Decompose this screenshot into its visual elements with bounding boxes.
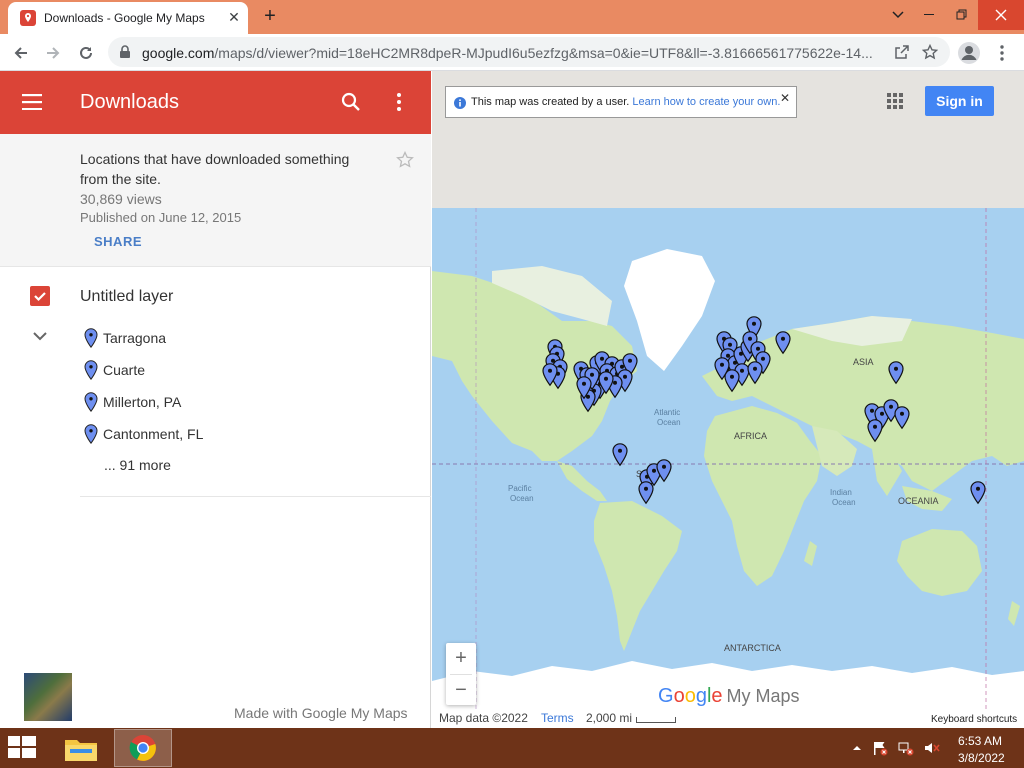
made-with-label: Made with Google My Maps bbox=[234, 705, 408, 721]
volume-muted-icon[interactable] bbox=[924, 740, 940, 756]
more-options-icon[interactable] bbox=[392, 92, 406, 112]
notice-text: This map was created by a user. Learn ho… bbox=[471, 96, 780, 108]
more-items-link[interactable]: ... 91 more bbox=[104, 457, 171, 473]
chrome-taskbar-button[interactable] bbox=[114, 729, 172, 767]
windows-start-icon[interactable] bbox=[8, 736, 36, 760]
list-item-label: Cantonment, FL bbox=[103, 426, 204, 442]
apps-grid-icon[interactable] bbox=[887, 93, 903, 109]
profile-avatar-icon[interactable] bbox=[956, 40, 982, 66]
chrome-icon bbox=[129, 735, 156, 761]
map-label-indian: Indian bbox=[830, 488, 852, 497]
zoom-in-button[interactable]: + bbox=[446, 643, 476, 673]
url-host: google.com bbox=[142, 45, 215, 61]
url-text[interactable]: google.com/maps/d/viewer?mid=18eHC2MR8dp… bbox=[142, 45, 882, 61]
file-explorer-icon[interactable] bbox=[62, 732, 100, 764]
layer-title[interactable]: Untitled layer bbox=[80, 288, 173, 306]
tray-chevron-up-icon[interactable] bbox=[852, 744, 862, 752]
browser-menu-icon[interactable] bbox=[989, 40, 1015, 66]
map-pin-icon bbox=[84, 424, 98, 444]
system-tray bbox=[852, 740, 940, 756]
world-map[interactable]: ASIA AFRICA OCEANIA ANTARCTICA SOU Atlan… bbox=[432, 71, 1024, 728]
panel-header: Downloads bbox=[0, 71, 431, 134]
map-label-pacific-2: Ocean bbox=[510, 494, 534, 503]
windows-taskbar: 6:53 AM 3/8/2022 bbox=[0, 728, 1024, 768]
back-icon[interactable] bbox=[8, 40, 34, 66]
scale-label[interactable]: 2,000 mi bbox=[586, 711, 632, 725]
clock-time[interactable]: 6:53 AM bbox=[958, 734, 1002, 748]
google-maps-favicon-icon bbox=[20, 10, 36, 26]
list-item-label: Cuarte bbox=[103, 362, 146, 378]
map-pin-icon bbox=[84, 360, 98, 380]
clock-date[interactable]: 3/8/2022 bbox=[958, 751, 1005, 765]
notice-message: This map was created by a user. bbox=[471, 96, 630, 108]
minimize-icon[interactable] bbox=[914, 0, 946, 30]
search-icon[interactable] bbox=[340, 91, 362, 113]
google-my-maps-logo: Google My Maps bbox=[658, 685, 800, 707]
map-label-indian-2: Ocean bbox=[832, 498, 856, 507]
map-pin-icon bbox=[84, 328, 98, 348]
chevron-down-icon[interactable] bbox=[32, 331, 48, 341]
zoom-out-button[interactable]: − bbox=[446, 675, 476, 705]
map-label-antarctica: ANTARCTICA bbox=[724, 643, 781, 653]
close-window-icon[interactable] bbox=[978, 0, 1024, 30]
check-icon bbox=[34, 292, 46, 302]
divider bbox=[80, 496, 431, 497]
tab-title: Downloads - Google My Maps bbox=[44, 11, 205, 25]
network-icon[interactable] bbox=[898, 740, 914, 756]
map-description: Locations that have downloaded something… bbox=[80, 151, 350, 187]
map-side-panel: Downloads Locations that have downloaded… bbox=[0, 71, 431, 728]
user-map-notice: This map was created by a user. Learn ho… bbox=[445, 86, 797, 118]
learn-more-link[interactable]: Learn how to create your own. bbox=[632, 96, 780, 108]
new-tab-icon[interactable]: + bbox=[258, 5, 282, 29]
browser-tab[interactable]: Downloads - Google My Maps ✕ bbox=[8, 2, 248, 34]
reload-icon[interactable] bbox=[73, 40, 99, 66]
share-page-icon[interactable] bbox=[894, 44, 910, 60]
map-label-africa: AFRICA bbox=[734, 431, 767, 441]
star-icon[interactable] bbox=[396, 151, 414, 169]
lock-icon[interactable] bbox=[119, 45, 131, 59]
basemap-thumbnail[interactable] bbox=[24, 673, 72, 721]
map-canvas[interactable]: ASIA AFRICA OCEANIA ANTARCTICA SOU Atlan… bbox=[432, 71, 1024, 728]
keyboard-shortcuts-link[interactable]: Keyboard shortcuts bbox=[931, 714, 1018, 725]
address-bar[interactable]: google.com/maps/d/viewer?mid=18eHC2MR8dp… bbox=[108, 37, 950, 67]
zoom-controls: + − bbox=[446, 643, 476, 705]
my-maps-text: My Maps bbox=[726, 686, 800, 706]
share-button[interactable]: SHARE bbox=[94, 234, 142, 249]
action-center-flag-icon[interactable] bbox=[872, 740, 888, 756]
menu-icon[interactable] bbox=[22, 94, 42, 110]
list-item-label: Tarragona bbox=[103, 330, 167, 346]
bookmark-star-icon[interactable] bbox=[922, 44, 938, 60]
browser-toolbar: google.com/maps/d/viewer?mid=18eHC2MR8dp… bbox=[0, 34, 1024, 71]
map-attribution: Map data ©2022 Terms 2,000 mi Keyboard s… bbox=[432, 711, 1024, 728]
tab-close-icon[interactable]: ✕ bbox=[226, 8, 242, 26]
map-title: Downloads bbox=[80, 91, 179, 113]
restore-icon[interactable] bbox=[946, 0, 978, 30]
map-label-atlantic-2: Ocean bbox=[657, 418, 681, 427]
map-label-oceania: OCEANIA bbox=[898, 496, 939, 506]
map-label-asia: ASIA bbox=[853, 357, 874, 367]
map-label-pacific: Pacific bbox=[508, 484, 532, 493]
zoom-out-icon: − bbox=[455, 678, 467, 701]
sign-in-button[interactable]: Sign in bbox=[925, 86, 994, 116]
published-date: Published on June 12, 2015 bbox=[80, 210, 242, 225]
info-icon bbox=[454, 97, 466, 109]
tab-strip: Downloads - Google My Maps ✕ + bbox=[0, 0, 1024, 34]
window-controls bbox=[882, 0, 1024, 30]
zoom-in-icon: + bbox=[455, 646, 467, 669]
map-pin-icon bbox=[84, 392, 98, 412]
map-info-section: Locations that have downloaded something… bbox=[0, 134, 431, 267]
terms-link[interactable]: Terms bbox=[541, 711, 574, 725]
scale-bar[interactable] bbox=[636, 717, 676, 723]
list-item-label: Millerton, PA bbox=[103, 394, 182, 410]
map-data-label: Map data ©2022 bbox=[439, 711, 528, 725]
url-path: /maps/d/viewer?mid=18eHC2MR8dpeR-MJpudI6… bbox=[214, 45, 873, 61]
map-label-atlantic: Atlantic bbox=[654, 408, 680, 417]
close-notice-icon[interactable]: ✕ bbox=[780, 91, 790, 105]
forward-icon[interactable] bbox=[40, 40, 66, 66]
tab-search-icon[interactable] bbox=[882, 0, 914, 30]
view-count: 30,869 views bbox=[80, 191, 162, 207]
layer-visibility-checkbox[interactable] bbox=[30, 286, 50, 306]
